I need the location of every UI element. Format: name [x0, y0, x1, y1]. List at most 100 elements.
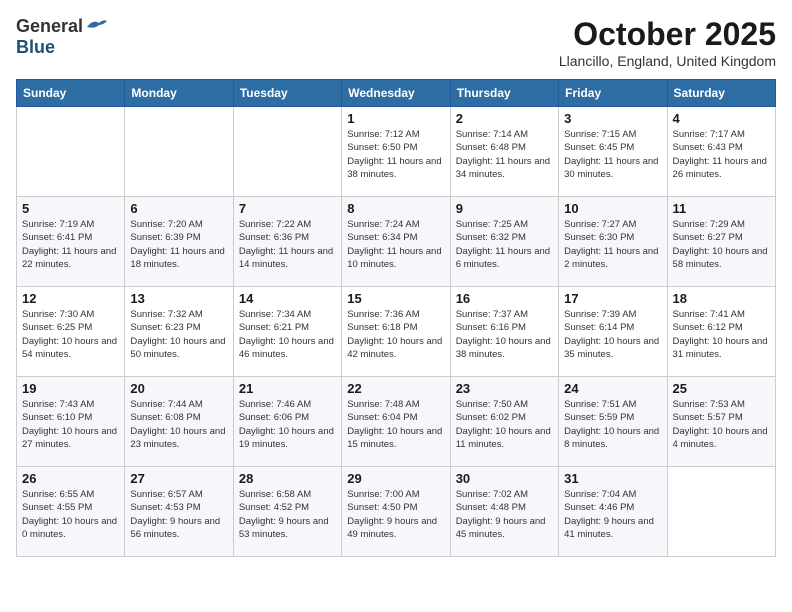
calendar-cell: 6 Sunrise: 7:20 AMSunset: 6:39 PMDaylight…	[125, 197, 233, 287]
cell-info: Sunrise: 7:51 AMSunset: 5:59 PMDaylight:…	[564, 398, 661, 451]
cell-info: Sunrise: 7:15 AMSunset: 6:45 PMDaylight:…	[564, 128, 661, 181]
calendar-cell: 17 Sunrise: 7:39 AMSunset: 6:14 PMDayligh…	[559, 287, 667, 377]
cell-day-number: 23	[456, 381, 553, 396]
cell-day-number: 6	[130, 201, 227, 216]
cell-info: Sunrise: 7:41 AMSunset: 6:12 PMDaylight:…	[673, 308, 770, 361]
calendar-cell: 26 Sunrise: 6:55 AMSunset: 4:55 PMDayligh…	[17, 467, 125, 557]
cell-day-number: 5	[22, 201, 119, 216]
calendar-header-monday: Monday	[125, 80, 233, 107]
cell-day-number: 21	[239, 381, 336, 396]
cell-info: Sunrise: 6:55 AMSunset: 4:55 PMDaylight:…	[22, 488, 119, 541]
cell-info: Sunrise: 7:04 AMSunset: 4:46 PMDaylight:…	[564, 488, 661, 541]
calendar-cell: 29 Sunrise: 7:00 AMSunset: 4:50 PMDayligh…	[342, 467, 450, 557]
cell-day-number: 30	[456, 471, 553, 486]
calendar-cell: 9 Sunrise: 7:25 AMSunset: 6:32 PMDaylight…	[450, 197, 558, 287]
calendar-cell: 14 Sunrise: 7:34 AMSunset: 6:21 PMDayligh…	[233, 287, 341, 377]
cell-day-number: 15	[347, 291, 444, 306]
cell-info: Sunrise: 7:25 AMSunset: 6:32 PMDaylight:…	[456, 218, 553, 271]
cell-day-number: 22	[347, 381, 444, 396]
cell-day-number: 1	[347, 111, 444, 126]
calendar-cell: 18 Sunrise: 7:41 AMSunset: 6:12 PMDayligh…	[667, 287, 775, 377]
cell-info: Sunrise: 7:02 AMSunset: 4:48 PMDaylight:…	[456, 488, 553, 541]
cell-info: Sunrise: 7:46 AMSunset: 6:06 PMDaylight:…	[239, 398, 336, 451]
cell-day-number: 11	[673, 201, 770, 216]
calendar-cell	[667, 467, 775, 557]
logo-bird-icon	[85, 17, 109, 37]
calendar-week-4: 19Sunrise: 7:43 AMSunset: 6:10 PMDayligh…	[17, 377, 776, 467]
cell-info: Sunrise: 7:34 AMSunset: 6:21 PMDaylight:…	[239, 308, 336, 361]
cell-info: Sunrise: 7:14 AMSunset: 6:48 PMDaylight:…	[456, 128, 553, 181]
calendar-cell: 31 Sunrise: 7:04 AMSunset: 4:46 PMDayligh…	[559, 467, 667, 557]
cell-day-number: 29	[347, 471, 444, 486]
cell-day-number: 17	[564, 291, 661, 306]
cell-info: Sunrise: 7:12 AMSunset: 6:50 PMDaylight:…	[347, 128, 444, 181]
title-section: October 2025 Llancillo, England, United …	[559, 16, 776, 69]
calendar-cell: 19Sunrise: 7:43 AMSunset: 6:10 PMDayligh…	[17, 377, 125, 467]
calendar-header-friday: Friday	[559, 80, 667, 107]
cell-info: Sunrise: 7:20 AMSunset: 6:39 PMDaylight:…	[130, 218, 227, 271]
cell-info: Sunrise: 7:22 AMSunset: 6:36 PMDaylight:…	[239, 218, 336, 271]
calendar-cell: 16Sunrise: 7:37 AMSunset: 6:16 PMDayligh…	[450, 287, 558, 377]
calendar-cell: 3 Sunrise: 7:15 AMSunset: 6:45 PMDaylight…	[559, 107, 667, 197]
cell-info: Sunrise: 7:39 AMSunset: 6:14 PMDaylight:…	[564, 308, 661, 361]
cell-day-number: 4	[673, 111, 770, 126]
page-header: General Blue October 2025 Llancillo, Eng…	[16, 16, 776, 69]
calendar-cell	[233, 107, 341, 197]
cell-info: Sunrise: 7:53 AMSunset: 5:57 PMDaylight:…	[673, 398, 770, 451]
cell-day-number: 3	[564, 111, 661, 126]
calendar-cell: 12 Sunrise: 7:30 AMSunset: 6:25 PMDayligh…	[17, 287, 125, 377]
cell-info: Sunrise: 7:43 AMSunset: 6:10 PMDaylight:…	[22, 398, 119, 451]
cell-day-number: 18	[673, 291, 770, 306]
cell-day-number: 25	[673, 381, 770, 396]
calendar-cell: 2 Sunrise: 7:14 AMSunset: 6:48 PMDaylight…	[450, 107, 558, 197]
cell-info: Sunrise: 7:17 AMSunset: 6:43 PMDaylight:…	[673, 128, 770, 181]
calendar-header-saturday: Saturday	[667, 80, 775, 107]
logo-blue-text: Blue	[16, 37, 55, 58]
cell-info: Sunrise: 6:57 AMSunset: 4:53 PMDaylight:…	[130, 488, 227, 541]
cell-info: Sunrise: 7:30 AMSunset: 6:25 PMDaylight:…	[22, 308, 119, 361]
calendar-cell: 23 Sunrise: 7:50 AMSunset: 6:02 PMDayligh…	[450, 377, 558, 467]
location: Llancillo, England, United Kingdom	[559, 53, 776, 69]
calendar-cell: 10Sunrise: 7:27 AMSunset: 6:30 PMDayligh…	[559, 197, 667, 287]
calendar-cell: 24 Sunrise: 7:51 AMSunset: 5:59 PMDayligh…	[559, 377, 667, 467]
cell-day-number: 26	[22, 471, 119, 486]
calendar-cell: 7 Sunrise: 7:22 AMSunset: 6:36 PMDaylight…	[233, 197, 341, 287]
calendar-week-1: 1 Sunrise: 7:12 AMSunset: 6:50 PMDaylight…	[17, 107, 776, 197]
month-title: October 2025	[559, 16, 776, 53]
cell-day-number: 8	[347, 201, 444, 216]
calendar-header-thursday: Thursday	[450, 80, 558, 107]
calendar-cell	[125, 107, 233, 197]
cell-info: Sunrise: 6:58 AMSunset: 4:52 PMDaylight:…	[239, 488, 336, 541]
cell-info: Sunrise: 7:19 AMSunset: 6:41 PMDaylight:…	[22, 218, 119, 271]
cell-info: Sunrise: 7:48 AMSunset: 6:04 PMDaylight:…	[347, 398, 444, 451]
calendar-week-2: 5 Sunrise: 7:19 AMSunset: 6:41 PMDaylight…	[17, 197, 776, 287]
logo: General Blue	[16, 16, 109, 58]
cell-day-number: 9	[456, 201, 553, 216]
logo-general-text: General	[16, 16, 83, 37]
cell-day-number: 10	[564, 201, 661, 216]
calendar-cell: 21 Sunrise: 7:46 AMSunset: 6:06 PMDayligh…	[233, 377, 341, 467]
calendar-cell: 8Sunrise: 7:24 AMSunset: 6:34 PMDaylight…	[342, 197, 450, 287]
calendar-table: SundayMondayTuesdayWednesdayThursdayFrid…	[16, 79, 776, 557]
cell-day-number: 14	[239, 291, 336, 306]
calendar-header-sunday: Sunday	[17, 80, 125, 107]
cell-day-number: 28	[239, 471, 336, 486]
calendar-header-row: SundayMondayTuesdayWednesdayThursdayFrid…	[17, 80, 776, 107]
calendar-cell: 25 Sunrise: 7:53 AMSunset: 5:57 PMDayligh…	[667, 377, 775, 467]
cell-day-number: 24	[564, 381, 661, 396]
cell-day-number: 2	[456, 111, 553, 126]
calendar-cell: 20Sunrise: 7:44 AMSunset: 6:08 PMDayligh…	[125, 377, 233, 467]
cell-info: Sunrise: 7:00 AMSunset: 4:50 PMDaylight:…	[347, 488, 444, 541]
calendar-cell: 13 Sunrise: 7:32 AMSunset: 6:23 PMDayligh…	[125, 287, 233, 377]
cell-info: Sunrise: 7:50 AMSunset: 6:02 PMDaylight:…	[456, 398, 553, 451]
cell-day-number: 20	[130, 381, 227, 396]
calendar-cell: 15Sunrise: 7:36 AMSunset: 6:18 PMDayligh…	[342, 287, 450, 377]
cell-info: Sunrise: 7:32 AMSunset: 6:23 PMDaylight:…	[130, 308, 227, 361]
cell-day-number: 7	[239, 201, 336, 216]
cell-info: Sunrise: 7:29 AMSunset: 6:27 PMDaylight:…	[673, 218, 770, 271]
cell-day-number: 12	[22, 291, 119, 306]
calendar-header-wednesday: Wednesday	[342, 80, 450, 107]
cell-day-number: 13	[130, 291, 227, 306]
calendar-cell: 27Sunrise: 6:57 AMSunset: 4:53 PMDayligh…	[125, 467, 233, 557]
cell-day-number: 31	[564, 471, 661, 486]
